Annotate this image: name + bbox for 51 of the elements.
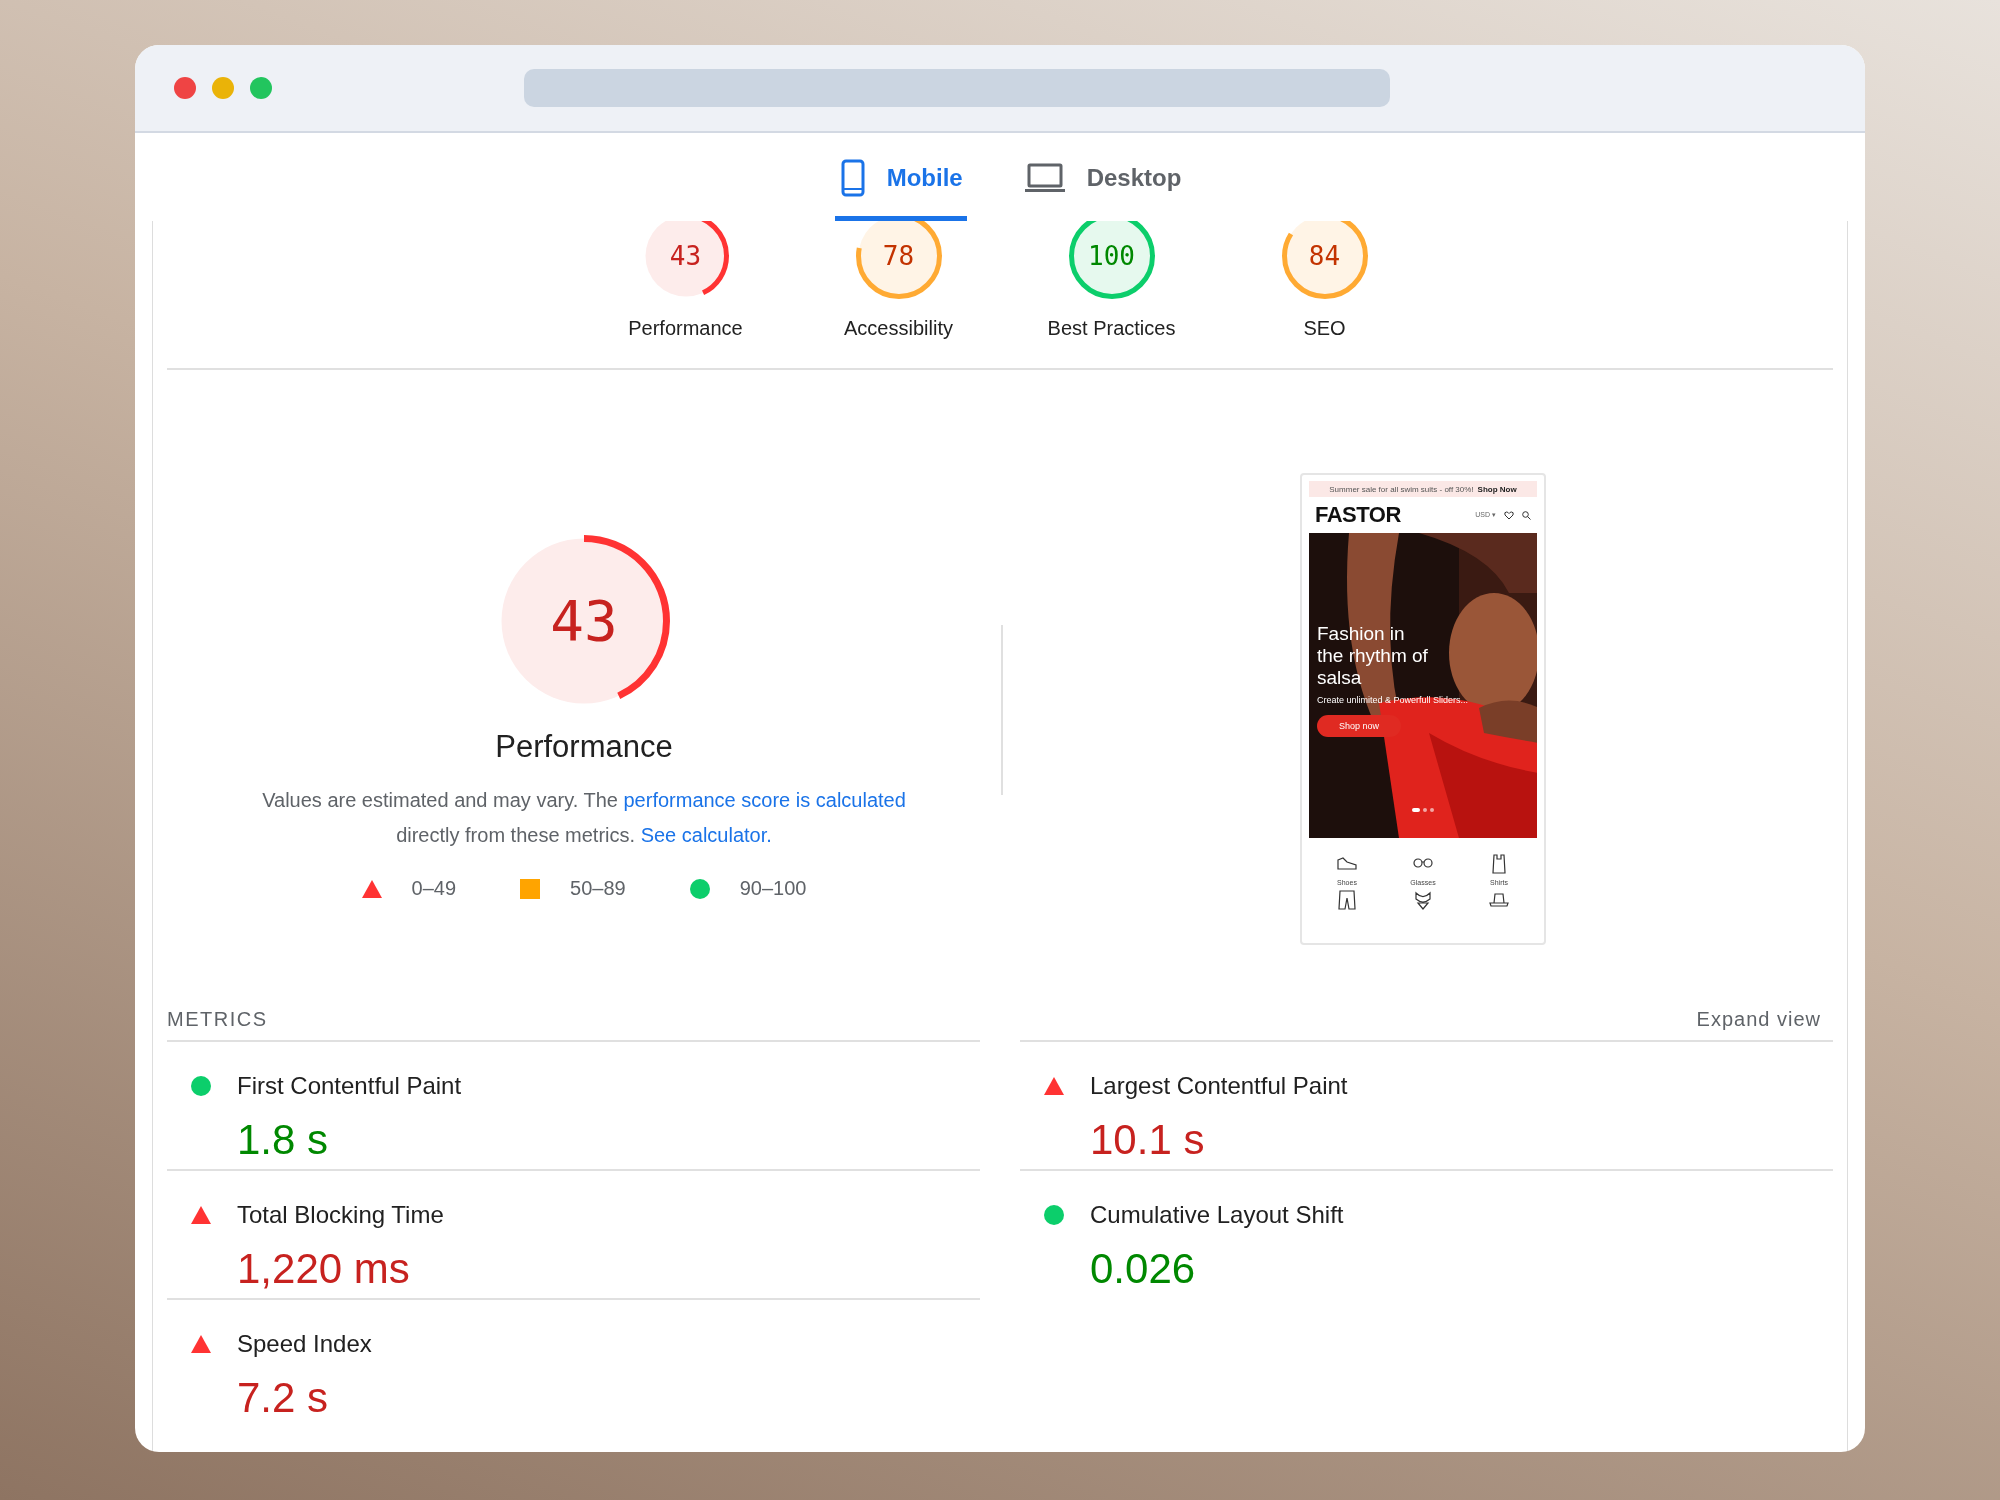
- score-range: 50–89: [570, 877, 626, 900]
- device-tab[interactable]: Desktop: [1018, 133, 1186, 221]
- square-icon: [520, 878, 541, 899]
- metrics-heading: METRICS: [167, 1007, 268, 1031]
- metric-name: First Contentful Paint: [237, 1071, 463, 1100]
- category-label: Accessibility: [844, 317, 953, 340]
- metric-value: 1.8 s: [237, 1117, 330, 1164]
- score-value: 84: [1308, 243, 1341, 269]
- warning-triangle-icon: [361, 879, 382, 898]
- score-value: 100: [1088, 243, 1135, 269]
- maximize-window-button[interactable]: [250, 77, 272, 99]
- metric-value: 7.2 s: [237, 1375, 330, 1422]
- metric-name: Total Blocking Time: [237, 1200, 445, 1229]
- score-value: 78: [882, 243, 915, 269]
- score-value: 43: [669, 243, 702, 269]
- minimize-window-button[interactable]: [212, 77, 234, 99]
- shop-now-button[interactable]: Shop now: [1317, 715, 1402, 737]
- warning-triangle-icon: [191, 1334, 211, 1353]
- metric-name: Cumulative Layout Shift: [1090, 1200, 1345, 1229]
- hero-subtitle: Create unlimited & Powerfull Sliders...: [1317, 695, 1469, 705]
- shorts-icon: [1335, 888, 1359, 912]
- expand-view-button[interactable]: Expand view: [1696, 1007, 1821, 1031]
- hero-headline: Fashion in the rhythm of salsa: [1317, 623, 1429, 689]
- close-window-button[interactable]: [174, 77, 196, 99]
- circle-icon: [1044, 1204, 1064, 1225]
- circle-icon: [689, 878, 710, 899]
- score-note: Values are estimated and may vary. The performance score is calculated directly from these metrics. See calculator.: [262, 789, 906, 846]
- warning-triangle-icon: [1044, 1076, 1064, 1095]
- category-label: Best Practices: [1047, 317, 1176, 340]
- metric-name: Speed Index: [237, 1329, 373, 1358]
- laptop-icon: [1024, 162, 1065, 193]
- site-logo: FASTOR: [1315, 502, 1402, 528]
- search-icon: [1522, 510, 1531, 520]
- category-label: Performance: [628, 317, 743, 340]
- banner-text: Summer sale for all swim suits - off 30%!: [1329, 484, 1474, 494]
- score-range: 90–100: [739, 877, 807, 900]
- phone-icon: [840, 158, 865, 197]
- metric-value: 1,220 ms: [237, 1246, 411, 1293]
- score-range: 0–49: [411, 877, 457, 900]
- score-value: 43: [550, 593, 618, 649]
- score-calculation-link[interactable]: performance score is calculated: [623, 789, 906, 811]
- performance-title: Performance: [495, 729, 673, 765]
- circle-icon: [191, 1075, 211, 1096]
- metric-name: Largest Contentful Paint: [1090, 1071, 1349, 1100]
- heart-icon: [1504, 510, 1514, 520]
- category-label: SEO: [1303, 317, 1346, 340]
- metric-value: 0.026: [1090, 1246, 1197, 1293]
- warning-triangle-icon: [191, 1205, 211, 1224]
- calculator-link[interactable]: See calculator.: [640, 824, 772, 846]
- metric-value: 10.1 s: [1090, 1117, 1206, 1164]
- address-bar[interactable]: [524, 69, 1390, 107]
